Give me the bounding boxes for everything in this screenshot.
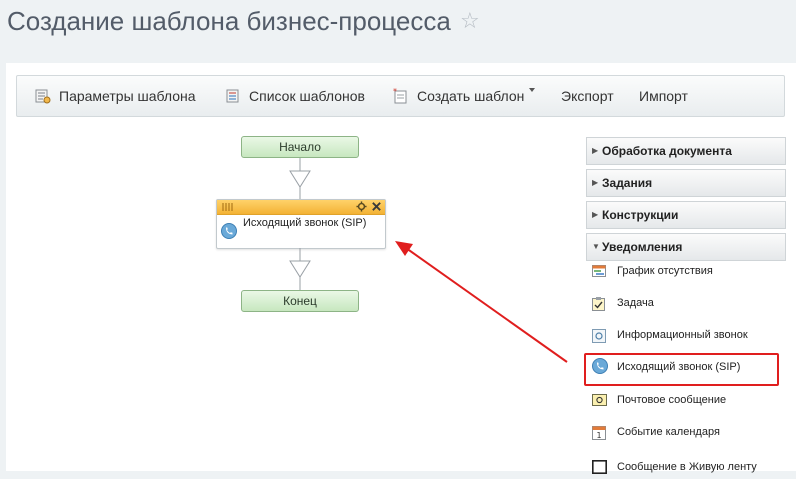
section-constructions[interactable]: ▶ Конструкции — [586, 201, 786, 229]
section-label: Уведомления — [602, 240, 683, 254]
activity-item-task[interactable]: Задача — [586, 290, 784, 318]
settings-sheet-icon — [35, 89, 51, 104]
activity-item-absence-chart[interactable]: График отсутствия — [586, 258, 784, 286]
collapsed-arrow-icon: ▶ — [592, 146, 599, 155]
start-node[interactable]: Начало — [241, 136, 359, 158]
absence-chart-icon — [592, 265, 606, 277]
export-label: Экспорт — [561, 88, 614, 104]
create-template-label: Создать шаблон — [417, 88, 525, 104]
workarea: Параметры шаблона Список шаблонов * Созд… — [6, 63, 796, 474]
flow-connector-top — [289, 158, 311, 200]
activity-item-label: Почтовое сообщение — [617, 394, 727, 406]
activity-label: Исходящий звонок (SIP) — [243, 217, 367, 229]
flow-connector-bottom — [289, 248, 311, 290]
expanded-arrow-icon: ▼ — [592, 242, 600, 251]
template-params-label: Параметры шаблона — [59, 88, 196, 104]
section-label: Задания — [602, 176, 653, 190]
activity-item-mail[interactable]: Почтовое сообщение — [586, 387, 784, 415]
activity-item-feed-message[interactable]: Сообщение в Живую ленту — [586, 451, 784, 479]
new-document-icon: * — [393, 88, 407, 104]
highlight-box — [584, 353, 779, 386]
gear-icon[interactable] — [356, 201, 367, 212]
chevron-down-icon — [529, 88, 535, 92]
mail-icon — [592, 394, 607, 406]
section-document-processing[interactable]: ▶ Обработка документа — [586, 137, 786, 165]
toolbar: Параметры шаблона Список шаблонов * Созд… — [16, 75, 785, 117]
start-node-label: Начало — [279, 140, 321, 154]
collapsed-arrow-icon: ▶ — [592, 178, 599, 187]
close-icon[interactable] — [371, 201, 382, 212]
section-tasks[interactable]: ▶ Задания — [586, 169, 786, 197]
activity-item-label: График отсутствия — [617, 265, 713, 277]
section-notifications[interactable]: ▼ Уведомления — [586, 233, 786, 261]
activity-item-label: Событие календаря — [617, 426, 720, 438]
task-icon — [592, 297, 605, 311]
drag-handle-icon[interactable] — [222, 202, 236, 212]
list-sheet-icon — [226, 89, 239, 103]
import-label: Импорт — [639, 88, 688, 104]
feed-message-icon — [592, 460, 607, 474]
section-label: Обработка документа — [602, 144, 732, 158]
info-call-icon — [592, 329, 606, 343]
page-title: Создание шаблона бизнес-процесса — [7, 6, 451, 36]
activity-item-label: Информационный звонок — [617, 329, 748, 341]
svg-text:1: 1 — [597, 431, 602, 440]
activity-header[interactable] — [217, 200, 385, 215]
end-node[interactable]: Конец — [241, 290, 359, 312]
activity-outgoing-call[interactable]: Исходящий звонок (SIP) — [216, 199, 386, 249]
section-label: Конструкции — [602, 208, 679, 222]
activity-item-calendar-event[interactable]: 1 Событие календаря — [586, 419, 784, 447]
activity-item-label: Сообщение в Живую ленту — [617, 461, 757, 473]
end-node-label: Конец — [283, 294, 317, 308]
svg-text:*: * — [393, 88, 397, 96]
star-outline-icon[interactable]: ☆ — [460, 8, 480, 34]
activity-item-label: Задача — [617, 297, 654, 309]
collapsed-arrow-icon: ▶ — [592, 210, 599, 219]
calendar-icon: 1 — [592, 426, 606, 440]
phone-icon — [221, 223, 237, 239]
activity-item-info-call[interactable]: Информационный звонок — [586, 322, 784, 350]
template-list-label: Список шаблонов — [249, 88, 365, 104]
